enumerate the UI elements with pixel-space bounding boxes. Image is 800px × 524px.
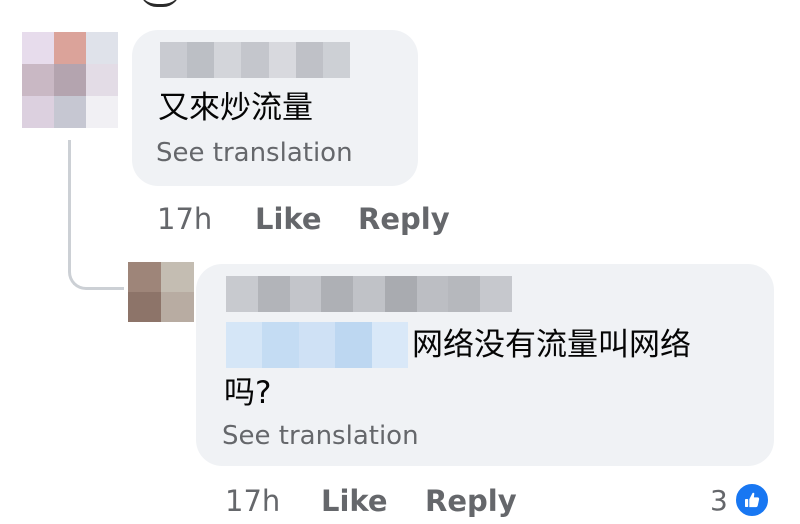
blur-pixel (54, 96, 86, 128)
comment-actions: 17h Like Reply (0, 202, 800, 242)
avatar[interactable] (22, 32, 118, 128)
reply-button[interactable]: Reply (425, 484, 517, 518)
blur-pixel (187, 42, 215, 78)
blur-pixel (322, 42, 350, 78)
blur-pixel (289, 276, 322, 312)
blur-pixel (161, 262, 194, 292)
blur-pixel (22, 96, 54, 128)
reply-text-continued: 吗? (224, 375, 272, 411)
blur-pixel (295, 42, 323, 78)
blur-pixel (384, 276, 417, 312)
blur-pixel (298, 322, 336, 368)
blur-pixel (480, 276, 513, 312)
blur-pixel (86, 96, 118, 128)
blur-pixel (268, 42, 296, 78)
blur-pixel (54, 32, 86, 64)
like-thumbs-up-icon (733, 482, 770, 518)
blur-pixel (353, 276, 385, 312)
reply-button[interactable]: Reply (358, 202, 450, 236)
blur-pixel (161, 292, 194, 322)
reaction-count: 3 (710, 483, 728, 517)
blur-pixel (214, 42, 242, 78)
blur-pixel (448, 276, 481, 312)
blur-pixel (128, 262, 161, 292)
blur-pixel (335, 322, 372, 368)
blur-pixel (128, 292, 161, 322)
see-translation-link[interactable]: See translation (156, 138, 353, 168)
blur-pixel (22, 64, 54, 96)
blur-pixel (257, 276, 290, 312)
reply-actions: 17h Like Reply (0, 484, 800, 524)
avatar[interactable] (128, 262, 194, 322)
blur-pixel (226, 276, 258, 312)
see-translation-link[interactable]: See translation (222, 421, 419, 451)
comment-text: 又來炒流量 (158, 90, 313, 126)
blur-pixel (241, 42, 269, 78)
blur-pixel (371, 322, 409, 368)
blur-pixel (86, 32, 118, 64)
blur-pixel (416, 276, 449, 312)
previous-avatar-edge (140, 0, 180, 7)
like-button[interactable]: Like (255, 202, 322, 236)
blur-pixel (160, 42, 188, 78)
reaction-summary[interactable]: 3 (710, 482, 770, 518)
comment-timestamp[interactable]: 17h (225, 484, 280, 518)
blur-pixel (54, 64, 86, 96)
blur-pixel (226, 322, 263, 368)
blurred-mention-tag[interactable] (226, 322, 409, 368)
blur-pixel (86, 64, 118, 96)
reply-text: 网络没有流量叫网络 (412, 327, 691, 363)
blur-pixel (22, 32, 54, 64)
blurred-commenter-name[interactable] (160, 42, 350, 78)
comment-timestamp[interactable]: 17h (157, 202, 212, 236)
blurred-commenter-name[interactable] (226, 276, 513, 312)
like-button[interactable]: Like (321, 484, 388, 518)
blur-pixel (321, 276, 354, 312)
blur-pixel (262, 322, 299, 368)
